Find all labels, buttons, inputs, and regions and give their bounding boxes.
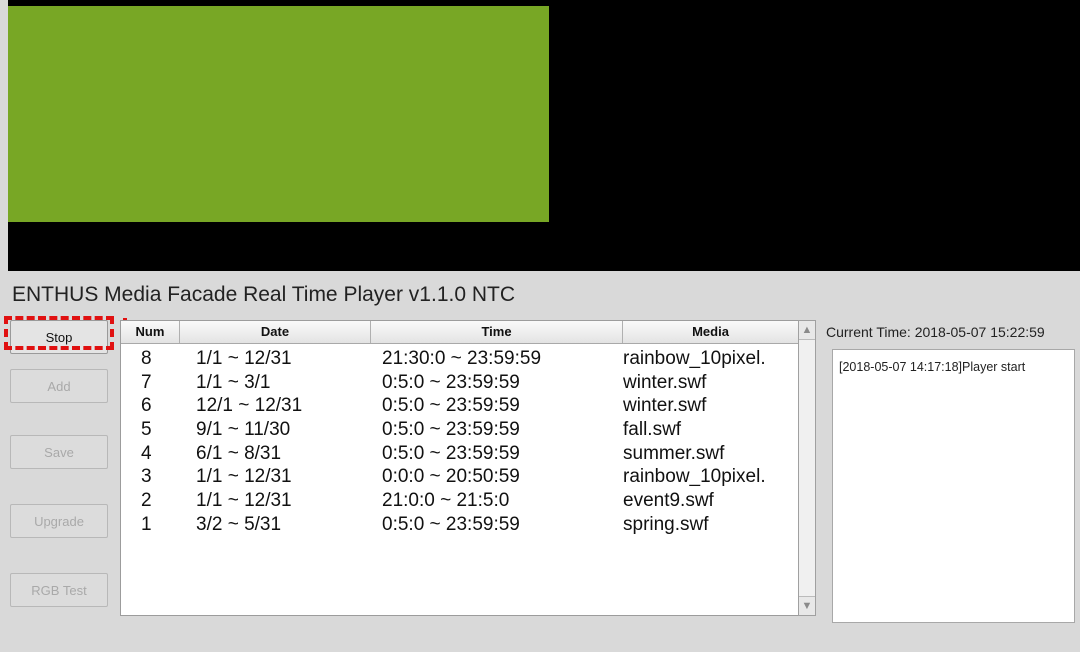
cell-media: rainbow_10pixel. [623,347,766,369]
log-text: [2018-05-07 14:17:18]Player start [839,360,1026,374]
cell-date: 1/1 ~ 12/31 [196,347,292,369]
cell-date: 6/1 ~ 8/31 [196,442,282,464]
cell-time: 0:0:0 ~ 20:50:59 [382,466,520,488]
cell-date: 9/1 ~ 11/30 [196,418,291,440]
cell-time: 0:5:0 ~ 23:59:59 [382,418,520,440]
table-scrollbar[interactable]: ▲ ▼ [798,320,816,616]
cell-media: spring.swf [623,513,709,535]
preview-content [8,6,549,222]
cell-num: 4 [141,442,152,464]
app-title: ENTHUS Media Facade Real Time Player v1.… [12,283,516,306]
cell-num: 6 [141,395,152,417]
schedule-table[interactable]: Num Date Time Media 8 1/1 ~ 12/31 21:30:… [120,320,800,616]
cell-media: event9.swf [623,489,714,511]
cell-time: 0:5:0 ~ 23:59:59 [382,442,520,464]
cell-num: 2 [141,489,152,511]
table-row[interactable]: 1 3/2 ~ 5/31 0:5:0 ~ 23:59:59 spring.swf [121,513,799,537]
cell-date: 12/1 ~ 12/31 [196,395,303,417]
cell-time: 0:5:0 ~ 23:59:59 [382,371,520,393]
table-row[interactable]: 7 1/1 ~ 3/1 0:5:0 ~ 23:59:59 winter.swf [121,371,799,395]
cell-date: 1/1 ~ 3/1 [196,371,271,393]
scroll-down-arrow-icon[interactable]: ▼ [799,596,815,615]
cell-num: 3 [141,466,152,488]
table-row[interactable]: 2 1/1 ~ 12/31 21:0:0 ~ 21:5:0 event9.swf [121,489,799,513]
cell-time: 21:0:0 ~ 21:5:0 [382,489,510,511]
cell-time: 0:5:0 ~ 23:59:59 [382,395,520,417]
current-time-label: Current Time: 2018-05-07 15:22:59 [826,324,1045,340]
save-button[interactable]: Save [10,435,108,469]
media-preview [8,0,1080,271]
cell-media: fall.swf [623,418,682,440]
table-row[interactable]: 4 6/1 ~ 8/31 0:5:0 ~ 23:59:59 summer.swf [121,442,799,466]
table-row[interactable]: 6 12/1 ~ 12/31 0:5:0 ~ 23:59:59 winter.s… [121,394,799,418]
cell-media: summer.swf [623,442,725,464]
add-button[interactable]: Add [10,369,108,403]
header-time[interactable]: Time [371,321,623,343]
table-header: Num Date Time Media [121,321,799,344]
cell-num: 1 [141,513,152,535]
header-date[interactable]: Date [180,321,371,343]
header-num[interactable]: Num [121,321,180,343]
cell-media: winter.swf [623,371,707,393]
cell-date: 3/2 ~ 5/31 [196,513,282,535]
table-row[interactable]: 8 1/1 ~ 12/31 21:30:0 ~ 23:59:59 rainbow… [121,347,799,371]
log-panel[interactable]: [2018-05-07 14:17:18]Player start [832,349,1075,623]
header-media[interactable]: Media [623,321,799,343]
table-row[interactable]: 3 1/1 ~ 12/31 0:0:0 ~ 20:50:59 rainbow_1… [121,465,799,489]
cell-date: 1/1 ~ 12/31 [196,466,292,488]
cell-time: 21:30:0 ~ 23:59:59 [382,347,542,369]
table-body: 8 1/1 ~ 12/31 21:30:0 ~ 23:59:59 rainbow… [121,347,799,537]
cell-date: 1/1 ~ 12/31 [196,489,292,511]
cell-media: winter.swf [623,395,707,417]
stop-button[interactable]: Stop [10,320,108,354]
cell-num: 5 [141,418,152,440]
rgb-test-button[interactable]: RGB Test [10,573,108,607]
cell-num: 8 [141,347,152,369]
table-row[interactable]: 5 9/1 ~ 11/30 0:5:0 ~ 23:59:59 fall.swf [121,418,799,442]
scroll-up-arrow-icon[interactable]: ▲ [799,321,815,340]
upgrade-button[interactable]: Upgrade [10,504,108,538]
cell-media: rainbow_10pixel. [623,466,766,488]
cell-time: 0:5:0 ~ 23:59:59 [382,513,520,535]
cell-num: 7 [141,371,152,393]
